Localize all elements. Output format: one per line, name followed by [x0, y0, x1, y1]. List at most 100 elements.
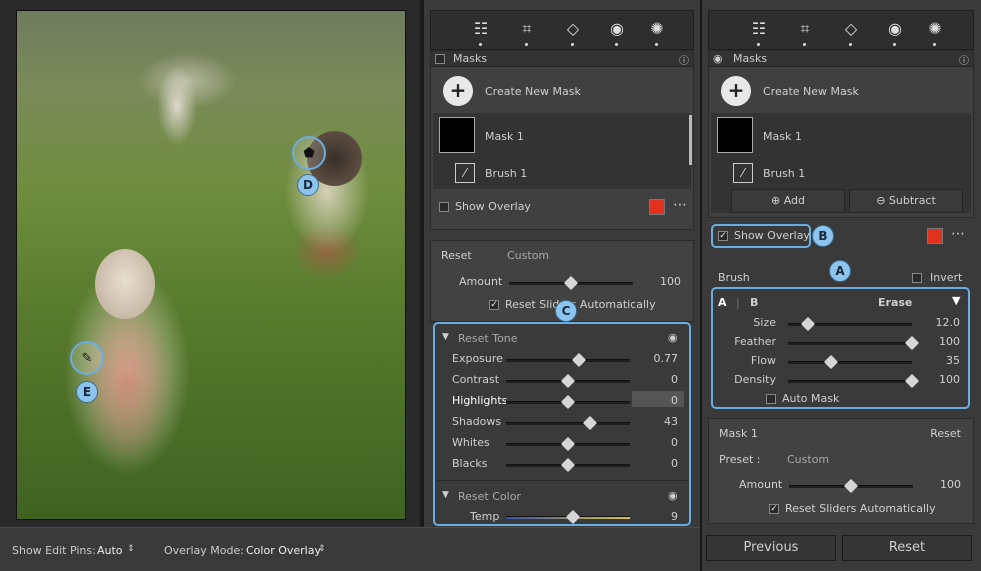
left-preset-select[interactable]: Custom	[507, 249, 549, 262]
left-amount-value[interactable]: 100	[641, 275, 681, 288]
left-overlay-color-swatch[interactable]	[649, 199, 665, 215]
sheep-head-front	[95, 249, 155, 319]
tone-value[interactable]: 43	[636, 415, 678, 428]
right-add-button[interactable]: ⊕ Add	[731, 189, 845, 213]
left-create-mask-plus-icon[interactable]: +	[443, 76, 473, 106]
redeye-icon[interactable]: ◉	[885, 19, 905, 39]
left-mask-scrollbar[interactable]	[689, 115, 692, 165]
tone-slider[interactable]	[506, 352, 630, 368]
right-amount-slider[interactable]	[789, 478, 913, 494]
tone-slider[interactable]	[506, 436, 630, 452]
eraser-icon[interactable]: ◇	[841, 19, 861, 39]
brush-tab-b[interactable]: B	[750, 296, 758, 309]
sheep-photo[interactable]: ⬟ D ✎ E	[16, 10, 406, 520]
brush-slider[interactable]	[788, 373, 920, 389]
left-temp-slider[interactable]	[506, 509, 630, 525]
left-create-mask-label[interactable]: Create New Mask	[485, 85, 581, 98]
tone-slider[interactable]	[506, 457, 630, 473]
tone-knob[interactable]	[560, 373, 576, 389]
left-temp-value[interactable]: 9	[636, 510, 678, 523]
brush-value[interactable]: 100	[914, 335, 960, 348]
brush-slider[interactable]	[788, 316, 912, 332]
tone-value[interactable]: 0	[636, 436, 678, 449]
brush-value[interactable]: 12.0	[914, 316, 961, 329]
right-overlay-color-swatch[interactable]	[927, 228, 943, 244]
tone-knob[interactable]	[560, 394, 576, 410]
left-tone-collapse-icon[interactable]: ▼	[442, 332, 449, 342]
brush-value[interactable]: 35	[914, 354, 960, 367]
brush-slider[interactable]	[788, 354, 912, 370]
eraser-icon[interactable]: ◇	[563, 19, 583, 39]
right-masks-eye-icon[interactable]: ◉	[713, 52, 723, 65]
right-invert-label: Invert	[930, 271, 963, 284]
left-tone-eye-icon[interactable]: ◉	[668, 331, 678, 344]
left-tone-title[interactable]: Reset Tone	[458, 332, 518, 345]
right-subtract-button[interactable]: ⊖ Subtract	[849, 189, 963, 213]
tone-slider[interactable]	[506, 415, 630, 431]
left-help-icon[interactable]: ⓘ	[679, 52, 689, 67]
left-masks-toggle[interactable]	[435, 54, 445, 64]
pin-e-brush-icon[interactable]: ✎	[70, 341, 104, 375]
left-color-collapse-icon[interactable]: ▼	[442, 490, 449, 500]
brush-collapse-icon[interactable]: ▼	[952, 294, 960, 307]
brush-tab-a[interactable]: A	[718, 296, 727, 309]
right-create-mask-label[interactable]: Create New Mask	[763, 85, 859, 98]
right-invert-checkbox[interactable]	[912, 273, 922, 283]
pin-d-icon[interactable]: ⬟	[292, 136, 326, 170]
tone-slider[interactable]	[506, 394, 630, 410]
brush-value[interactable]: 100	[914, 373, 960, 386]
tone-knob[interactable]	[560, 436, 576, 452]
right-preset-select[interactable]: Custom	[787, 453, 829, 466]
previous-button[interactable]: Previous	[706, 535, 836, 561]
left-temp-knob[interactable]	[565, 509, 581, 525]
left-reset-sliders-checkbox[interactable]: ✓	[489, 300, 499, 310]
sliders-icon[interactable]: ☷	[749, 19, 769, 39]
right-amount-value[interactable]: 100	[919, 478, 961, 491]
right-mask-name[interactable]: Mask 1	[763, 130, 802, 143]
mask-icon[interactable]: ✺	[647, 19, 667, 39]
right-help-icon[interactable]: ⓘ	[959, 52, 969, 67]
left-mask-name[interactable]: Mask 1	[485, 130, 524, 143]
overlay-mode-select[interactable]: Color Overlay	[246, 544, 321, 557]
edit-pins-select[interactable]: Auto	[97, 544, 123, 557]
badge-c: C	[555, 300, 577, 322]
right-amount-knob[interactable]	[843, 478, 859, 494]
tone-value[interactable]: 0	[636, 394, 678, 407]
tone-knob[interactable]	[560, 457, 576, 473]
left-show-overlay-checkbox[interactable]	[439, 202, 449, 212]
tone-slider[interactable]	[506, 373, 630, 389]
sliders-icon[interactable]: ☷	[471, 19, 491, 39]
tone-knob[interactable]	[583, 415, 598, 431]
right-mask-thumb[interactable]	[717, 117, 753, 153]
left-reset-label[interactable]: Reset	[441, 249, 472, 262]
right-create-mask-plus-icon[interactable]: +	[721, 76, 751, 106]
tone-value[interactable]: 0	[636, 373, 678, 386]
tone-value[interactable]: 0.77	[636, 352, 679, 365]
brush-tab-erase[interactable]: Erase	[878, 296, 912, 309]
crop-icon[interactable]: ⌗	[795, 19, 815, 39]
right-more-icon[interactable]: ⋯	[951, 226, 965, 242]
left-brush-name[interactable]: Brush 1	[485, 167, 527, 180]
right-brush-name[interactable]: Brush 1	[763, 167, 805, 180]
tone-knob[interactable]	[572, 352, 587, 368]
left-masks-title: Masks	[453, 52, 488, 65]
auto-mask-checkbox[interactable]	[766, 394, 776, 404]
left-more-icon[interactable]: ⋯	[673, 197, 687, 213]
brush-knob[interactable]	[800, 316, 815, 332]
left-mask-thumb[interactable]	[439, 117, 475, 153]
crop-icon[interactable]: ⌗	[517, 19, 537, 39]
right-reset-sliders-checkbox[interactable]: ✓	[769, 504, 779, 514]
right-section-reset[interactable]: Reset	[909, 427, 961, 440]
redeye-icon[interactable]: ◉	[607, 19, 627, 39]
left-amount-knob[interactable]	[563, 275, 579, 291]
tone-value[interactable]: 0	[636, 457, 678, 470]
left-amount-slider[interactable]	[509, 275, 633, 291]
brush-knob[interactable]	[824, 354, 839, 370]
right-show-overlay-checkbox[interactable]: ✓	[718, 231, 728, 241]
reset-button[interactable]: Reset	[842, 535, 972, 561]
left-color-title[interactable]: Reset Color	[458, 490, 521, 503]
left-color-eye-icon[interactable]: ◉	[668, 489, 678, 502]
brush-slider[interactable]	[788, 335, 920, 351]
mask-icon[interactable]: ✺	[925, 19, 945, 39]
overlay-mode-label: Overlay Mode:	[164, 544, 244, 557]
